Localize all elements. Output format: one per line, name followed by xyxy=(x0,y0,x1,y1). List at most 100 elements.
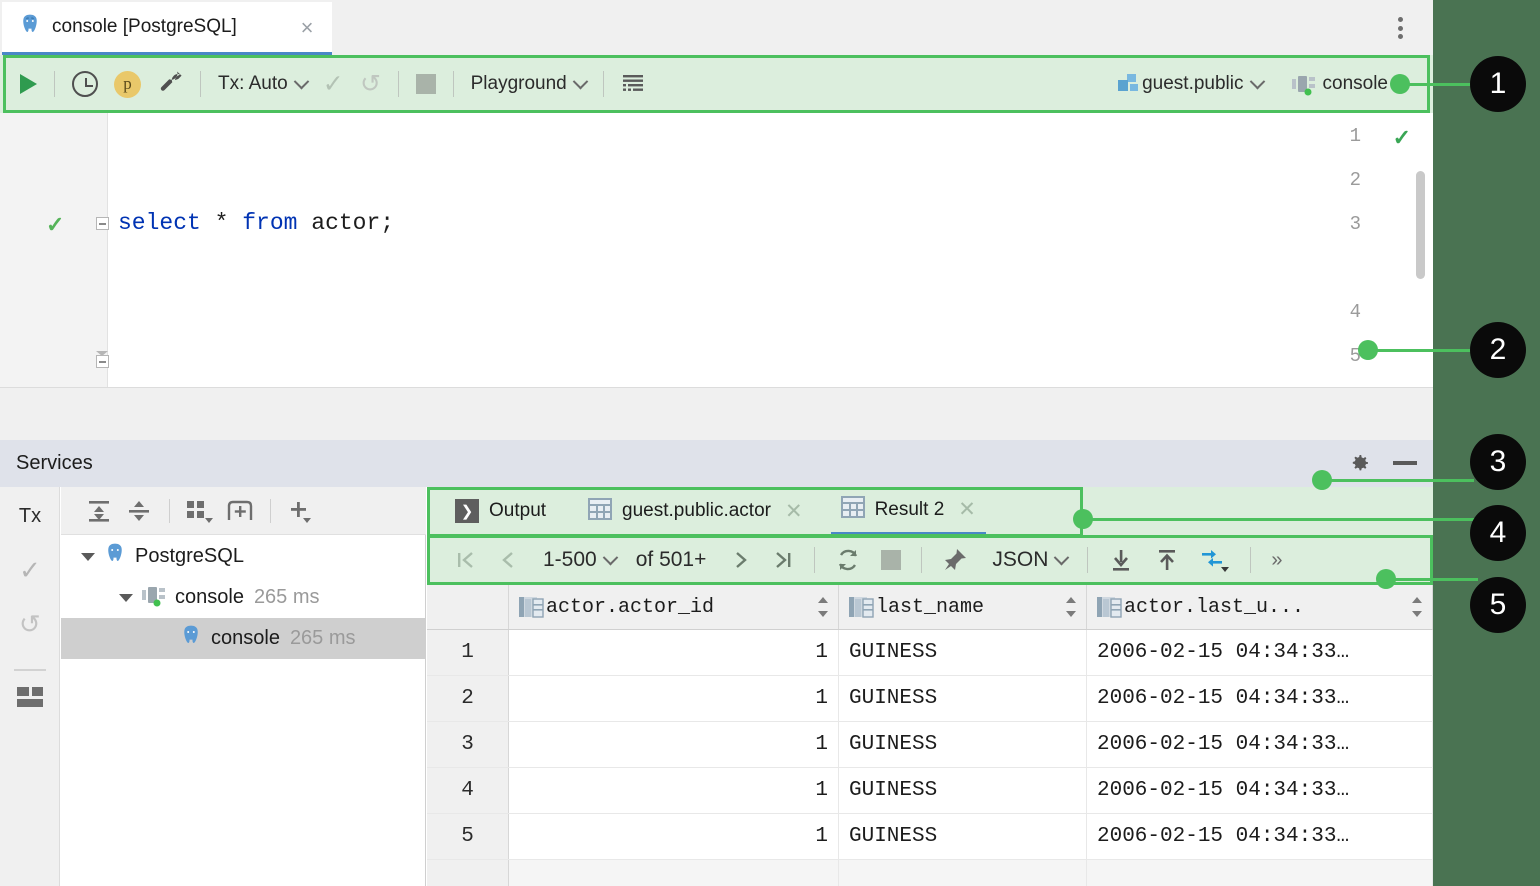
chevron-down-icon[interactable] xyxy=(81,553,95,561)
tree-item-label: PostgreSQL xyxy=(135,545,244,568)
execute-button[interactable] xyxy=(0,55,45,113)
tab-guest-public-actor[interactable]: guest.public.actor ✕ xyxy=(578,487,813,535)
table-row[interactable]: 5 1 GUINESS 2006-02-15 04:34:33… xyxy=(427,814,1433,860)
import-data-button[interactable] xyxy=(1098,535,1144,585)
column-header-last-name[interactable]: last_name xyxy=(839,585,1087,629)
open-data-editor-button[interactable] xyxy=(613,55,655,113)
chevron-down-icon xyxy=(572,73,588,89)
cell-last-update[interactable]: 2006-02-15 04:34:33… xyxy=(1087,814,1433,859)
gear-icon[interactable] xyxy=(1347,451,1371,482)
cell-empty[interactable] xyxy=(509,860,839,886)
connection-icon xyxy=(141,583,167,612)
data-format-dropdown[interactable]: JSON xyxy=(978,535,1077,585)
next-page-button[interactable] xyxy=(716,535,762,585)
close-icon[interactable]: × xyxy=(296,18,318,40)
cell-actor-id[interactable]: 1 xyxy=(509,676,839,721)
cell-last-name[interactable]: GUINESS xyxy=(839,768,1087,813)
grid-icon xyxy=(621,72,647,96)
schema-selector[interactable]: guest.public xyxy=(1108,55,1270,113)
expand-all-button[interactable] xyxy=(79,491,119,531)
cell-empty[interactable] xyxy=(839,860,1087,886)
ide-window: console [PostgreSQL] × p xyxy=(0,0,1433,886)
sort-icon[interactable] xyxy=(1066,597,1076,617)
commit-button-side[interactable]: ✓ xyxy=(0,555,60,586)
cell-last-name[interactable]: GUINESS xyxy=(839,630,1087,675)
layout-settings-button[interactable] xyxy=(0,685,60,714)
table-row[interactable]: 4 1 GUINESS 2006-02-15 04:34:33… xyxy=(427,768,1433,814)
history-button[interactable] xyxy=(64,55,106,113)
page-range-dropdown[interactable]: 1-500 xyxy=(529,535,626,585)
pin-tab-button[interactable] xyxy=(932,535,978,585)
overflow-button[interactable]: » xyxy=(1261,535,1292,585)
cell-actor-id[interactable]: 1 xyxy=(509,630,839,675)
cell-last-name[interactable]: GUINESS xyxy=(839,722,1087,767)
tree-item-console-connection[interactable]: console 265 ms xyxy=(61,577,426,618)
fold-marker-icon[interactable] xyxy=(96,217,111,234)
parameters-button[interactable]: p xyxy=(106,55,149,113)
minimize-icon[interactable] xyxy=(1393,461,1417,465)
more-options-icon[interactable] xyxy=(1387,14,1413,42)
add-button[interactable] xyxy=(281,491,321,531)
stop-button[interactable] xyxy=(871,535,911,585)
cell-last-update[interactable]: 2006-02-15 04:34:33… xyxy=(1087,722,1433,767)
cell-last-name[interactable]: GUINESS xyxy=(839,676,1087,721)
chevron-down-icon[interactable] xyxy=(119,594,133,602)
sql-editor[interactable]: 1 2 3 4 5 ✓ select * from actor; select … xyxy=(0,113,1433,387)
output-icon: ❯ xyxy=(455,499,479,523)
console-toolbar: p Tx: Auto ✓ ↻ P xyxy=(0,55,1433,113)
table-row[interactable]: 1 1 GUINESS 2006-02-15 04:34:33… xyxy=(427,630,1433,676)
column-header-actor-id[interactable]: actor.actor_id xyxy=(509,585,839,629)
cell-last-update[interactable]: 2006-02-15 04:34:33… xyxy=(1087,676,1433,721)
tree-item-console-session[interactable]: console 265 ms xyxy=(61,618,426,659)
rollback-button[interactable]: ↻ xyxy=(352,55,389,113)
group-by-button[interactable] xyxy=(180,491,220,531)
result-grid[interactable]: actor.actor_id last_name xyxy=(427,585,1433,886)
check-icon: ✓ xyxy=(323,69,344,99)
reload-page-button[interactable] xyxy=(825,535,871,585)
cell-last-update[interactable]: 2006-02-15 04:34:33… xyxy=(1087,630,1433,675)
column-icon xyxy=(849,597,867,617)
sql-code[interactable]: select * from actor; select actor.actor_… xyxy=(118,113,1433,387)
session-dropdown[interactable]: Playground xyxy=(463,55,594,113)
close-icon[interactable]: ✕ xyxy=(785,499,803,524)
editor-scrollbar[interactable] xyxy=(1416,171,1425,279)
new-tab-button[interactable] xyxy=(220,491,260,531)
row-number: 3 xyxy=(427,722,509,767)
rollback-button-side[interactable]: ↻ xyxy=(0,609,60,640)
editor-bottom-strip xyxy=(0,387,1433,440)
close-icon[interactable]: ✕ xyxy=(958,497,976,522)
last-page-button[interactable] xyxy=(762,535,804,585)
table-icon xyxy=(841,496,865,523)
tree-item-postgresql[interactable]: PostgreSQL xyxy=(61,536,426,577)
callout-number: 5 xyxy=(1490,588,1507,622)
tab-result-2[interactable]: Result 2 ✕ xyxy=(831,487,986,535)
column-header-last-update[interactable]: actor.last_u... xyxy=(1087,585,1433,629)
export-data-button[interactable] xyxy=(1144,535,1190,585)
cell-last-name[interactable]: GUINESS xyxy=(839,814,1087,859)
table-row[interactable]: 3 1 GUINESS 2006-02-15 04:34:33… xyxy=(427,722,1433,768)
cell-last-update[interactable]: 2006-02-15 04:34:33… xyxy=(1087,768,1433,813)
cell-actor-id[interactable]: 1 xyxy=(509,768,839,813)
callout-leader-3 xyxy=(1322,479,1474,482)
first-page-button[interactable] xyxy=(445,535,487,585)
commit-button[interactable]: ✓ xyxy=(315,55,352,113)
cell-actor-id[interactable]: 1 xyxy=(509,722,839,767)
tx-dropdown-button[interactable]: Tx xyxy=(0,505,60,528)
data-source-properties-button[interactable] xyxy=(149,55,191,113)
table-row-partial[interactable] xyxy=(427,860,1433,886)
sort-icon[interactable] xyxy=(1412,597,1422,617)
compare-button[interactable] xyxy=(1190,535,1240,585)
previous-page-button[interactable] xyxy=(487,535,529,585)
session-name-label: console xyxy=(1323,73,1389,95)
tab-output[interactable]: ❯ Output xyxy=(445,487,556,535)
inspection-ok-icon[interactable]: ✓ xyxy=(1393,125,1411,151)
cell-empty[interactable] xyxy=(1087,860,1433,886)
collapse-all-button[interactable] xyxy=(119,491,159,531)
stop-button[interactable] xyxy=(408,55,444,113)
cell-actor-id[interactable]: 1 xyxy=(509,814,839,859)
tx-mode-dropdown[interactable]: Tx: Auto xyxy=(210,55,315,113)
table-row[interactable]: 2 1 GUINESS 2006-02-15 04:34:33… xyxy=(427,676,1433,722)
fold-marker-icon[interactable] xyxy=(96,351,111,368)
tab-console-postgresql[interactable]: console [PostgreSQL] × xyxy=(2,2,332,55)
sort-icon[interactable] xyxy=(818,597,828,617)
